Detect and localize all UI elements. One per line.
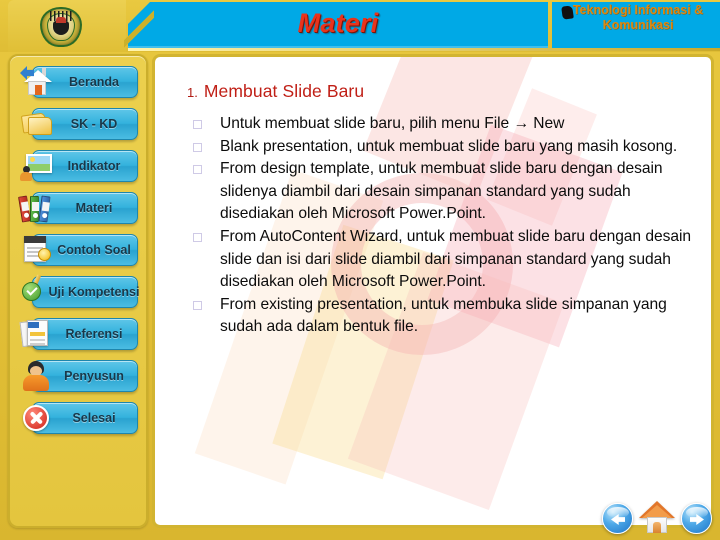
bullet-square-icon (193, 165, 202, 175)
content-panel: 1. Membuat Slide Baru Untuk membuat slid… (152, 54, 714, 528)
document-bulb-icon (18, 230, 56, 268)
home-button[interactable] (639, 501, 675, 534)
list-item: From existing presentation, untuk membuk… (187, 294, 699, 339)
sidebar-item-sk-kd[interactable]: SK - KD (16, 104, 140, 144)
university-emblem-icon (40, 5, 82, 49)
subject-title: Teknologi Informasi & Komunikasi (572, 3, 704, 32)
sidebar-item-contoh-soal[interactable]: Contoh Soal (16, 230, 140, 270)
list-item: From AutoContent Wizard, untuk membuat s… (187, 226, 699, 294)
check-pencil-icon (18, 272, 56, 310)
list-item-text: From design template, untuk membuat slid… (220, 160, 663, 223)
sidebar-item-label: Beranda (68, 75, 120, 89)
previous-button[interactable] (602, 503, 633, 534)
heading-number: 1. (187, 85, 198, 100)
content-body: 1. Membuat Slide Baru Untuk membuat slid… (155, 57, 711, 339)
folder-icon (18, 104, 56, 142)
title-banner: Materi (128, 2, 548, 48)
list-item: From design template, untuk membuat slid… (187, 158, 699, 226)
home-icon (18, 62, 56, 100)
bullet-square-icon (193, 300, 202, 310)
sidebar-item-materi[interactable]: Materi (16, 188, 140, 228)
list-item-text: Blank presentation, untuk membuat slide … (220, 137, 678, 155)
person-icon (18, 356, 56, 394)
page-title: Materi (297, 8, 379, 38)
sidebar-item-referensi[interactable]: Referensi (16, 314, 140, 354)
pages-icon (18, 314, 56, 352)
sidebar-item-indikator[interactable]: Indikator (16, 146, 140, 186)
list-item-text: From AutoContent Wizard, untuk membuat s… (220, 227, 691, 291)
sidebar-item-label: Materi (75, 201, 113, 215)
slide-header: Materi Teknologi Informasi & Komunikasi (0, 0, 720, 52)
logo-area (8, 0, 128, 52)
bullet-square-icon (193, 120, 202, 129)
sidebar-item-label: Referensi (65, 327, 123, 341)
sidebar-item-label: SK - KD (70, 117, 118, 131)
next-button[interactable] (681, 503, 712, 534)
picture-person-icon (18, 146, 56, 184)
list-item-text: From existing presentation, untuk membuk… (220, 295, 667, 336)
content-heading: 1. Membuat Slide Baru (187, 81, 699, 102)
list-item: Untuk membuat slide baru, pilih menu Fil… (187, 113, 699, 136)
sidebar-item-selesai[interactable]: Selesai (16, 398, 140, 438)
slide-navigation (602, 501, 712, 534)
sidebar-nav: Beranda SK - KD Indikator Materi Contoh … (8, 54, 148, 528)
slide-root: Materi Teknologi Informasi & Komunikasi … (0, 0, 720, 540)
list-item: Blank presentation, untuk membuat slide … (187, 136, 699, 159)
sidebar-item-label: Penyusun (64, 369, 124, 383)
bullet-square-icon (193, 232, 202, 242)
header-divider (128, 48, 720, 51)
sidebar-item-uji-kompetensi[interactable]: Uji Kompetensi (16, 272, 140, 312)
heading-text: Membuat Slide Baru (203, 81, 365, 101)
sidebar-item-label: Indikator (67, 159, 121, 173)
sidebar-item-penyusun[interactable]: Penyusun (16, 356, 140, 396)
sidebar-item-label: Selesai (72, 411, 116, 425)
subject-banner: Teknologi Informasi & Komunikasi (552, 2, 720, 48)
bullet-square-icon (193, 142, 202, 152)
list-item-text: Untuk membuat slide baru, pilih menu Fil… (220, 115, 565, 132)
books-icon (18, 188, 56, 226)
sidebar-item-beranda[interactable]: Beranda (16, 62, 140, 102)
close-circle-icon (18, 398, 56, 436)
bullet-list: Untuk membuat slide baru, pilih menu Fil… (187, 113, 699, 339)
